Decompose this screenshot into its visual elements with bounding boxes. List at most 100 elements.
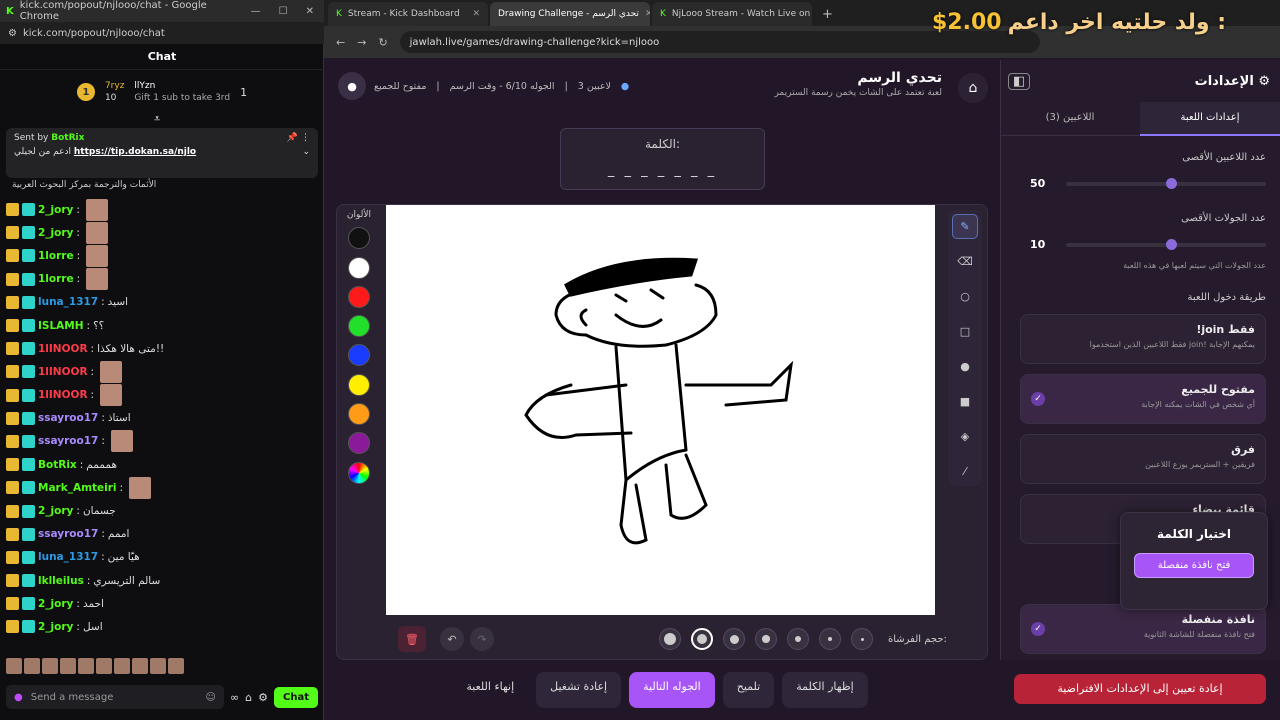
- pinned-message[interactable]: Sent by BotRix 📌 ⋮ ادعم من لجيلي https:/…: [6, 128, 318, 178]
- emote[interactable]: [96, 658, 112, 674]
- entry-option[interactable]: !join فقط فقط اللاعبين الذين استخدموا joi…: [1020, 314, 1266, 364]
- collapse-leaderboard-icon[interactable]: ⩡: [154, 112, 160, 126]
- window-controls[interactable]: — ☐ ✕: [251, 6, 324, 17]
- chat-username[interactable]: 1lorre: [38, 250, 74, 262]
- circle-icon[interactable]: ○: [952, 284, 978, 309]
- eraser-icon[interactable]: ⌫: [952, 249, 978, 274]
- drawing-canvas[interactable]: [386, 205, 935, 615]
- chat-username[interactable]: 2_jory: [38, 204, 73, 216]
- emote[interactable]: [168, 658, 184, 674]
- chat-username[interactable]: BotRix: [38, 459, 77, 471]
- filled-circle-icon[interactable]: ●: [952, 354, 978, 379]
- emote[interactable]: [150, 658, 166, 674]
- chevron-down-icon[interactable]: ⌄: [302, 147, 310, 157]
- rectangle-icon[interactable]: □: [952, 319, 978, 344]
- max-rounds-slider[interactable]: [1066, 239, 1266, 250]
- emote[interactable]: [114, 658, 130, 674]
- tab-game-settings[interactable]: إعدادات اللعبة: [1140, 102, 1280, 136]
- chat-bubble-icon[interactable]: ●: [338, 72, 366, 100]
- entry-option[interactable]: فرق فريقين + الستريمر يوزع اللاعبين: [1020, 434, 1266, 484]
- brush-size-option[interactable]: [819, 628, 841, 650]
- chat-username[interactable]: 2_jory: [38, 598, 73, 610]
- end-game-button[interactable]: إنهاء اللعبة: [452, 672, 528, 708]
- filled-rectangle-icon[interactable]: ■: [952, 389, 978, 414]
- pin-icon[interactable]: 📌 ⋮: [287, 133, 310, 143]
- close-tab-icon[interactable]: ✕: [472, 9, 480, 19]
- brush-size-option[interactable]: [691, 628, 713, 650]
- new-tab-button[interactable]: +: [814, 7, 841, 26]
- browser-tab[interactable]: KNjLooo Stream - Watch Live on✕: [652, 2, 812, 26]
- reveal-word-button[interactable]: إظهار الكلمة: [782, 672, 868, 708]
- fill-bucket-icon[interactable]: ◈: [952, 424, 978, 449]
- gift-icon[interactable]: ⌂: [245, 691, 252, 704]
- entry-option[interactable]: مفتوح للجميع أي شخص في الشات يمكنه الإجاب…: [1020, 374, 1266, 424]
- emote[interactable]: [24, 658, 40, 674]
- gear-icon[interactable]: ⚙: [258, 691, 268, 704]
- chat-send-button[interactable]: Chat: [274, 686, 318, 708]
- slider-thumb[interactable]: [1166, 178, 1177, 189]
- minimize-icon[interactable]: —: [251, 6, 261, 17]
- chat-username[interactable]: ssayroo17: [38, 528, 98, 540]
- browser-tab[interactable]: K Stream - Kick Dashboard ✕: [328, 2, 488, 26]
- pencil-icon[interactable]: ✎: [952, 214, 978, 239]
- site-info-icon[interactable]: ⚙: [8, 28, 17, 39]
- reset-defaults-button[interactable]: إعادة تعيين إلى الإعدادات الافتراضية: [1014, 674, 1266, 704]
- home-button[interactable]: ⌂: [958, 73, 988, 103]
- chat-username[interactable]: lklleilus: [38, 575, 84, 587]
- chat-input[interactable]: ● Send a message ☺: [6, 685, 224, 709]
- chat-username[interactable]: ssayroo17: [38, 412, 98, 424]
- brush-size-option[interactable]: [755, 628, 777, 650]
- browser-tab-active[interactable]: Drawing Challenge - تحدي الرسم ✕: [490, 2, 650, 26]
- close-icon[interactable]: ✕: [306, 6, 314, 17]
- chat-username[interactable]: luna_1317: [38, 296, 98, 308]
- color-swatch[interactable]: [348, 461, 370, 484]
- brush-size-option[interactable]: [659, 628, 681, 650]
- restart-button[interactable]: إعادة تشغيل: [536, 672, 622, 708]
- brush-size-option[interactable]: [723, 628, 745, 650]
- forward-icon[interactable]: →: [357, 36, 366, 49]
- leaderboard-second[interactable]: llYzn Gift 1 sub to take 3rd: [134, 81, 230, 103]
- emote[interactable]: [78, 658, 94, 674]
- entry-option[interactable]: نافذة منفصلة فتح نافذة منفصلة للشاشة الثا…: [1020, 604, 1266, 654]
- chat-username[interactable]: ISLAMH: [38, 320, 84, 332]
- emote[interactable]: [132, 658, 148, 674]
- maximize-icon[interactable]: ☐: [279, 6, 288, 17]
- emote[interactable]: [6, 658, 22, 674]
- emoji-icon[interactable]: ☺: [206, 692, 216, 703]
- open-separate-window-button[interactable]: فتح نافذة منفصلة: [1134, 553, 1254, 578]
- back-icon[interactable]: ←: [336, 36, 345, 49]
- color-swatch[interactable]: [348, 285, 370, 308]
- chat-username[interactable]: 1lINOOR: [38, 366, 88, 378]
- emote[interactable]: [42, 658, 58, 674]
- max-players-slider[interactable]: [1066, 178, 1266, 189]
- color-swatch[interactable]: [348, 373, 370, 396]
- emote[interactable]: [60, 658, 76, 674]
- clear-canvas-button[interactable]: 🗑: [398, 626, 426, 652]
- leaderboard-first[interactable]: 7ryz 10: [105, 81, 124, 103]
- emote-bar[interactable]: [6, 658, 316, 676]
- chat-username[interactable]: 1lINOOR: [38, 343, 88, 355]
- brush-size-option[interactable]: [851, 628, 873, 650]
- chat-username[interactable]: 1lINOOR: [38, 389, 88, 401]
- color-swatch[interactable]: [348, 403, 370, 426]
- color-swatch[interactable]: [348, 315, 370, 338]
- pin-link[interactable]: https://tip.dokan.sa/njlo: [74, 147, 196, 157]
- infinity-icon[interactable]: ∞: [230, 691, 239, 704]
- color-swatch[interactable]: [348, 432, 370, 455]
- mic-icon[interactable]: ●: [14, 692, 23, 703]
- tab-players[interactable]: اللاعبين (3): [1000, 102, 1140, 136]
- color-swatch[interactable]: [348, 227, 370, 250]
- undo-button[interactable]: ↶: [440, 627, 464, 651]
- chat-username[interactable]: 2_jory: [38, 505, 73, 517]
- redo-button[interactable]: ↷: [470, 627, 494, 651]
- collapse-panel-icon[interactable]: ◧: [1008, 72, 1031, 90]
- brush-size-option[interactable]: [787, 628, 809, 650]
- next-round-button[interactable]: الجوله التالية: [629, 672, 715, 708]
- chat-username[interactable]: Mark_Amteiri: [38, 482, 117, 494]
- line-icon[interactable]: ⁄: [952, 459, 978, 484]
- slider-thumb[interactable]: [1166, 239, 1177, 250]
- close-tab-icon[interactable]: ✕: [645, 9, 650, 19]
- chat-username[interactable]: luna_1317: [38, 551, 98, 563]
- hint-button[interactable]: تلميح: [722, 672, 775, 708]
- color-swatch[interactable]: [348, 256, 370, 279]
